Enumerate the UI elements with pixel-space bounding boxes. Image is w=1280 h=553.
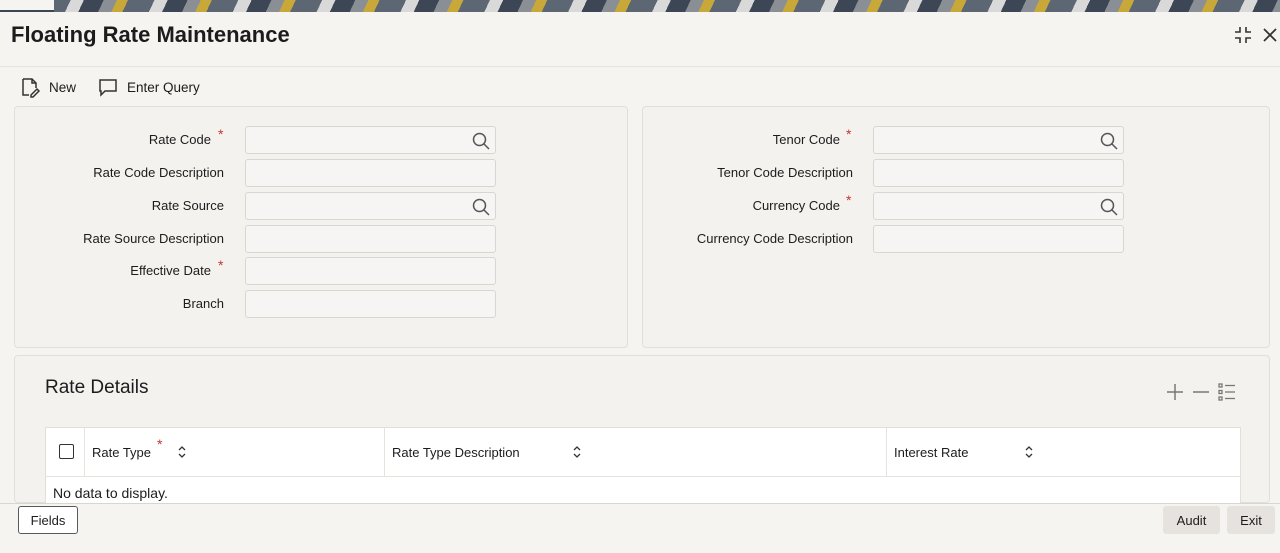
- tenor-code-description-row: Tenor Code Description: [643, 159, 1269, 187]
- currency-code-field[interactable]: [873, 192, 1124, 220]
- list-icon[interactable]: [1217, 382, 1237, 402]
- rate-type-description-column[interactable]: Rate Type Description: [385, 428, 887, 477]
- sort-icon[interactable]: [1023, 444, 1035, 460]
- exit-button[interactable]: Exit: [1227, 506, 1275, 534]
- tenor-code-field[interactable]: [873, 126, 1124, 154]
- rate-source-input[interactable]: [246, 193, 495, 219]
- decorative-banner: [0, 0, 1280, 12]
- required-marker: *: [846, 192, 852, 208]
- grid-actions: [1165, 382, 1237, 402]
- minus-icon[interactable]: [1191, 382, 1211, 402]
- fields-button[interactable]: Fields: [18, 506, 78, 534]
- effective-date-label: Effective Date: [130, 263, 211, 278]
- effective-date-row: Effective Date *: [15, 257, 627, 285]
- tenor-code-label: Tenor Code: [772, 132, 840, 147]
- rate-code-row: Rate Code *: [15, 126, 627, 154]
- currency-code-description-row: Currency Code Description: [643, 225, 1269, 253]
- tenor-code-row: Tenor Code *: [643, 126, 1269, 154]
- audit-button[interactable]: Audit: [1163, 506, 1220, 534]
- grid-header: Rate Type * Rate Type Description Intere…: [46, 428, 1240, 477]
- rate-source-label: Rate Source: [151, 198, 224, 213]
- tenor-code-input[interactable]: [874, 127, 1123, 153]
- tenor-code-description-label: Tenor Code Description: [717, 165, 853, 180]
- currency-code-row: Currency Code *: [643, 192, 1269, 220]
- toolbar: New Enter Query: [0, 66, 1280, 106]
- close-icon[interactable]: [1259, 24, 1280, 46]
- rate-details-section: Rate Details Rate Type * Rate Type Descr…: [14, 355, 1270, 504]
- rate-code-input[interactable]: [246, 127, 495, 153]
- rate-code-description-input[interactable]: [246, 160, 495, 186]
- collapse-icon[interactable]: [1232, 24, 1254, 46]
- interest-rate-column[interactable]: Interest Rate: [887, 428, 1242, 477]
- rate-source-description-label: Rate Source Description: [83, 231, 224, 246]
- rate-source-description-input[interactable]: [246, 226, 495, 252]
- tenor-code-description-field[interactable]: [873, 159, 1124, 187]
- currency-code-description-field[interactable]: [873, 225, 1124, 253]
- rate-details-grid: Rate Type * Rate Type Description Intere…: [45, 427, 1241, 504]
- tenor-code-description-input[interactable]: [874, 160, 1123, 186]
- new-document-icon: [22, 78, 41, 98]
- rate-code-panel: Rate Code * Rate Code Description Rate S…: [14, 106, 628, 348]
- rate-code-description-label: Rate Code Description: [93, 165, 224, 180]
- required-marker: *: [846, 126, 852, 142]
- search-icon[interactable]: [471, 131, 491, 151]
- effective-date-field[interactable]: [245, 257, 496, 285]
- rate-source-field[interactable]: [245, 192, 496, 220]
- rate-type-header: Rate Type: [92, 445, 152, 460]
- branch-label: Branch: [182, 296, 224, 311]
- rate-code-field[interactable]: [245, 126, 496, 154]
- interest-rate-header: Interest Rate: [894, 445, 969, 460]
- branch-row: Branch: [15, 290, 627, 318]
- required-marker: *: [218, 257, 224, 273]
- rate-source-description-field[interactable]: [245, 225, 496, 253]
- currency-code-description-label: Currency Code Description: [696, 231, 853, 246]
- search-icon[interactable]: [1099, 197, 1119, 217]
- rate-details-title: Rate Details: [45, 377, 149, 398]
- rate-code-label: Rate Code: [148, 132, 211, 147]
- required-marker: *: [157, 436, 163, 452]
- select-all-column: [46, 428, 85, 477]
- search-icon[interactable]: [1099, 131, 1119, 151]
- window-header: Floating Rate Maintenance: [0, 12, 1280, 64]
- rate-code-description-row: Rate Code Description: [15, 159, 627, 187]
- required-marker: *: [218, 126, 224, 142]
- plus-icon[interactable]: [1165, 382, 1185, 402]
- currency-code-label: Currency Code: [752, 198, 840, 213]
- rate-source-description-row: Rate Source Description: [15, 225, 627, 253]
- new-button-label: New: [49, 79, 77, 95]
- sort-icon[interactable]: [176, 444, 188, 460]
- footer-bar: Fields Audit Exit: [0, 503, 1280, 553]
- empty-grid-message: No data to display.: [53, 485, 168, 501]
- rate-type-description-header: Rate Type Description: [392, 445, 520, 460]
- enter-query-label: Enter Query: [127, 79, 200, 95]
- chat-bubble-icon: [99, 79, 117, 97]
- sort-icon[interactable]: [571, 444, 583, 460]
- branch-field[interactable]: [245, 290, 496, 318]
- currency-code-input[interactable]: [874, 193, 1123, 219]
- select-all-checkbox[interactable]: [59, 444, 74, 459]
- new-button[interactable]: New: [19, 75, 76, 99]
- effective-date-input[interactable]: [246, 258, 495, 284]
- rate-source-row: Rate Source: [15, 192, 627, 220]
- rate-code-description-field[interactable]: [245, 159, 496, 187]
- page-title: Floating Rate Maintenance: [11, 22, 290, 47]
- enter-query-button[interactable]: Enter Query: [97, 75, 200, 99]
- tenor-currency-panel: Tenor Code * Tenor Code Description Curr…: [642, 106, 1270, 348]
- branch-input[interactable]: [246, 291, 495, 317]
- currency-code-description-input[interactable]: [874, 226, 1123, 252]
- active-tab-indicator: [0, 0, 54, 12]
- search-icon[interactable]: [471, 197, 491, 217]
- rate-type-column[interactable]: Rate Type *: [85, 428, 385, 477]
